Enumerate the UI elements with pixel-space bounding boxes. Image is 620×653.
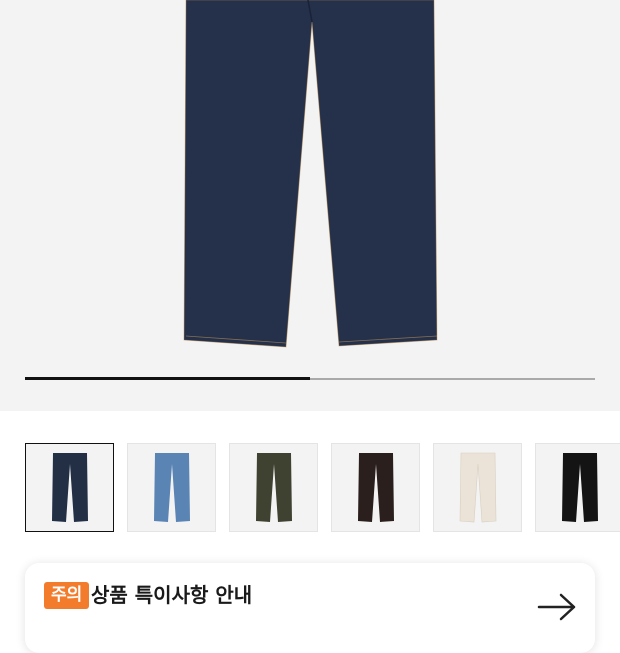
thumb-dark-brown[interactable] bbox=[331, 443, 420, 532]
notice-title: 상품 특이사항 안내 bbox=[91, 583, 253, 607]
jeans-thumbnail-image bbox=[256, 453, 292, 522]
thumb-black[interactable] bbox=[535, 443, 620, 532]
product-image-gallery[interactable] bbox=[0, 0, 620, 411]
product-notice-card[interactable]: 주의 상품 특이사항 안내 bbox=[25, 563, 595, 653]
thumbnail-strip bbox=[25, 443, 620, 532]
thumb-ecru[interactable] bbox=[433, 443, 522, 532]
thumb-light-blue[interactable] bbox=[127, 443, 216, 532]
jeans-thumbnail-image bbox=[459, 452, 497, 523]
jeans-thumbnail-image bbox=[358, 453, 394, 522]
gallery-progress-bar bbox=[25, 377, 595, 380]
jeans-main-image bbox=[183, 0, 438, 348]
jeans-thumbnail-image bbox=[154, 453, 190, 522]
jeans-thumbnail-image bbox=[52, 453, 88, 522]
jeans-thumbnail-image bbox=[562, 453, 598, 522]
thumb-dark-indigo[interactable] bbox=[25, 443, 114, 532]
arrow-right-icon[interactable] bbox=[537, 593, 577, 621]
thumb-olive[interactable] bbox=[229, 443, 318, 532]
caution-badge: 주의 bbox=[44, 582, 90, 609]
gallery-progress-fill bbox=[25, 377, 310, 380]
